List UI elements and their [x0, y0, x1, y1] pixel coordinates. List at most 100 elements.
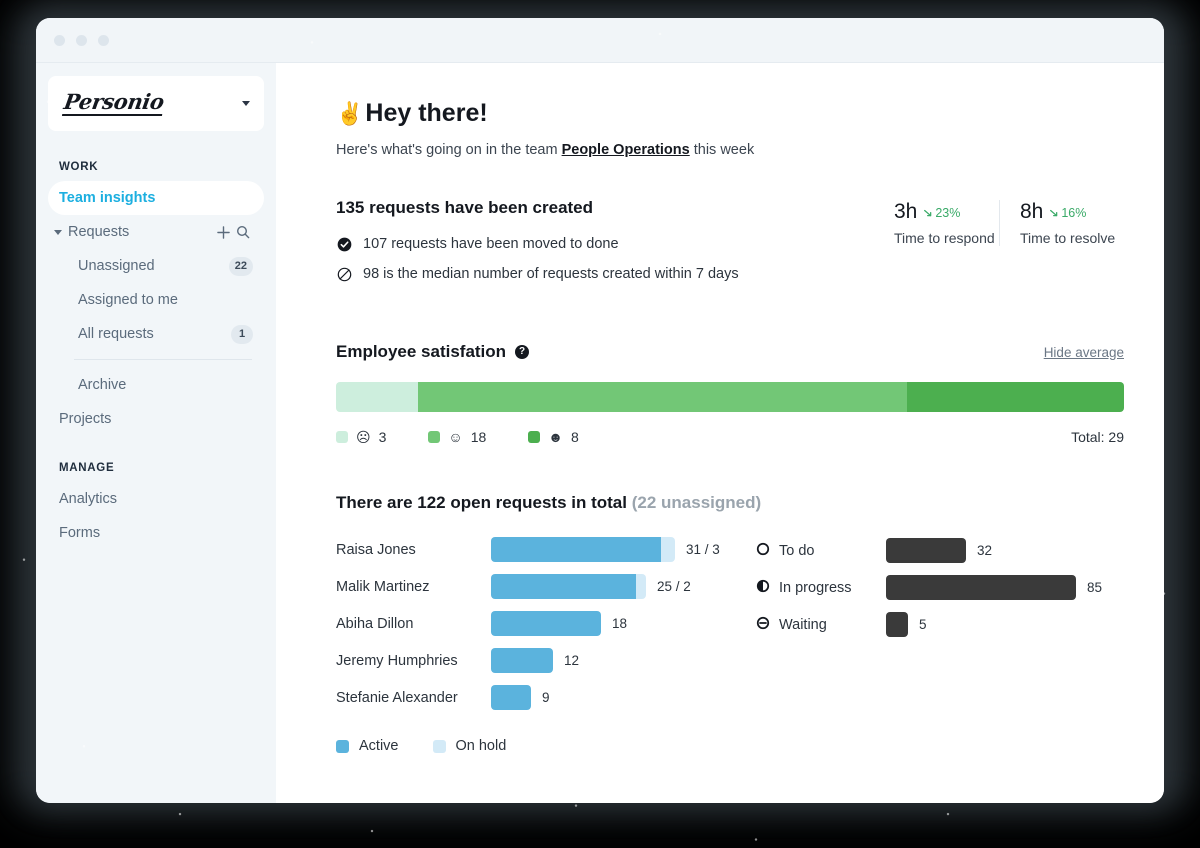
- personio-logo: Personio: [61, 89, 166, 117]
- arrow-down-right-icon: [1050, 209, 1058, 217]
- status-badge: 22: [228, 256, 253, 276]
- assignee-value: 12: [564, 653, 580, 668]
- status-value: 85: [1087, 580, 1103, 595]
- sidebar-item-analytics[interactable]: Analytics: [48, 482, 264, 516]
- kpi-time-to-respond: 3h 23% Time to respond: [874, 200, 999, 246]
- stat-bullet-text: 107 requests have been moved to done: [363, 236, 619, 252]
- chevron-down-icon[interactable]: [54, 229, 62, 235]
- face-icon: ☻: [548, 429, 564, 445]
- satisfaction-title: Employee satisfation: [336, 342, 507, 361]
- sidebar-group-label: Requests: [68, 224, 130, 240]
- sidebar-item-label: Unassigned: [78, 258, 155, 274]
- arrow-down-right-icon: [924, 209, 932, 217]
- circle-outline-icon: [756, 542, 770, 560]
- brand-switcher[interactable]: Personio: [48, 76, 264, 131]
- window-body: Personio WORK Team insights Requests Una…: [36, 63, 1164, 803]
- active-segment: [491, 685, 531, 710]
- sidebar-group-requests[interactable]: Requests: [48, 215, 264, 249]
- maximize-icon[interactable]: [98, 34, 109, 46]
- kpi-top: 8h 16%: [1020, 200, 1124, 224]
- sidebar-section-manage: MANAGE: [59, 462, 115, 474]
- app-window: Personio WORK Team insights Requests Una…: [36, 18, 1164, 803]
- assignee-name: Stefanie Alexander: [336, 689, 458, 706]
- kpi-label: Time to respond: [894, 230, 995, 246]
- kpi-value: 8h: [1020, 200, 1044, 223]
- status-bar: [886, 538, 966, 563]
- status-label-text: In progress: [779, 579, 852, 596]
- chevron-down-icon[interactable]: [242, 101, 250, 106]
- kpi-delta-value: 16%: [1061, 206, 1087, 220]
- sidebar-item-label: All requests: [78, 326, 154, 342]
- stat-bullet-median: 98 is the median number of requests crea…: [336, 266, 874, 282]
- screen-root: Personio WORK Team insights Requests Una…: [0, 0, 1200, 848]
- assignee-value: 18: [612, 616, 628, 631]
- minimize-icon[interactable]: [76, 34, 87, 46]
- satisfaction-bar: [336, 382, 1124, 412]
- assignee-name: Jeremy Humphries: [336, 652, 458, 669]
- victory-hand-icon: ✌️: [336, 100, 364, 126]
- status-row: To do 32: [756, 532, 1124, 569]
- color-swatch: [432, 739, 446, 753]
- assignee-row: Abiha Dillon 18: [336, 605, 756, 642]
- subline-prefix: Here's what's going on in the team: [336, 142, 562, 158]
- sidebar-item-projects[interactable]: Projects: [48, 402, 264, 436]
- close-icon[interactable]: [54, 34, 65, 46]
- on-hold-segment: [661, 537, 675, 562]
- assignee-value: 25 / 2: [657, 579, 691, 594]
- open-requests-charts: Raisa Jones 31 / 3 Malik Martinez 25 / 2 Abi…: [336, 531, 1124, 716]
- kpi-delta: 16%: [1049, 206, 1086, 220]
- sidebar-item-team-insights[interactable]: Team insights: [48, 181, 264, 215]
- sidebar-item-label: Assigned to me: [78, 292, 178, 308]
- team-link[interactable]: People Operations: [562, 142, 690, 158]
- assignee-row: Stefanie Alexander 9: [336, 679, 756, 716]
- stat-bullet-done: 107 requests have been moved to done: [336, 236, 874, 252]
- window-titlebar: [36, 18, 1164, 63]
- color-swatch: [428, 431, 441, 443]
- assignee-name: Malik Martinez: [336, 578, 430, 595]
- add-request-button[interactable]: [213, 222, 233, 242]
- active-segment: [491, 648, 553, 673]
- color-swatch: [336, 431, 348, 443]
- sidebar-item-forms[interactable]: Forms: [48, 516, 264, 550]
- satisfaction-legend-value: 3: [378, 429, 387, 445]
- status-label: To do: [756, 542, 886, 560]
- satisfaction-segment: [336, 382, 418, 412]
- status-label: Waiting: [756, 616, 886, 634]
- circle-half-icon: [756, 579, 770, 597]
- status-bar: [886, 612, 908, 637]
- status-label: In progress: [756, 579, 886, 597]
- satisfaction-legend-item: ☹ 3: [336, 429, 386, 445]
- sidebar-item-label: Analytics: [59, 491, 118, 507]
- sidebar-item-archive[interactable]: Archive: [48, 368, 264, 402]
- status-value: 32: [977, 543, 993, 558]
- satisfaction-segment: [417, 382, 907, 412]
- legend-label: Active: [359, 738, 399, 754]
- search-icon[interactable]: [233, 222, 253, 242]
- help-icon[interactable]: ?: [515, 345, 530, 359]
- satisfaction-legend-value: 18: [470, 429, 487, 445]
- sidebar-section-work: WORK: [59, 161, 99, 173]
- status-row: Waiting 5: [756, 606, 1124, 643]
- kpi-delta: 23%: [923, 206, 960, 220]
- assignee-bar: [491, 611, 601, 636]
- legend-item: Active: [336, 738, 399, 754]
- assignee-row: Malik Martinez 25 / 2: [336, 568, 756, 605]
- sidebar-item-label: Projects: [59, 411, 112, 427]
- satisfaction-legend-value: 8: [571, 429, 579, 445]
- satisfaction-legend-item: ☻ 8: [528, 429, 579, 445]
- sidebar-item-unassigned[interactable]: Unassigned 22: [48, 249, 264, 283]
- satisfaction-legend: ☹ 3 ☺ 18 ☻ 8 Total: 29: [336, 429, 1124, 445]
- assignee-bar: [491, 685, 531, 710]
- sidebar-item-all-requests[interactable]: All requests 1: [48, 317, 264, 351]
- greeting-subline: Here's what's going on in the team Peopl…: [336, 142, 1124, 158]
- sidebar-item-assigned-to-me[interactable]: Assigned to me: [48, 283, 264, 317]
- kpi-delta-value: 23%: [935, 206, 961, 220]
- assignee-bar: [491, 574, 646, 599]
- stats-row: 135 requests have been created 107 reque…: [336, 198, 1124, 296]
- requests-created-title: 135 requests have been created: [336, 198, 594, 217]
- hide-average-link[interactable]: Hide average: [1044, 345, 1124, 360]
- status-label-text: Waiting: [779, 616, 827, 633]
- legend-item: On hold: [432, 738, 506, 754]
- main-content: ✌️ Hey there! Here's what's going on in …: [276, 63, 1164, 803]
- check-circle-icon: [336, 237, 352, 252]
